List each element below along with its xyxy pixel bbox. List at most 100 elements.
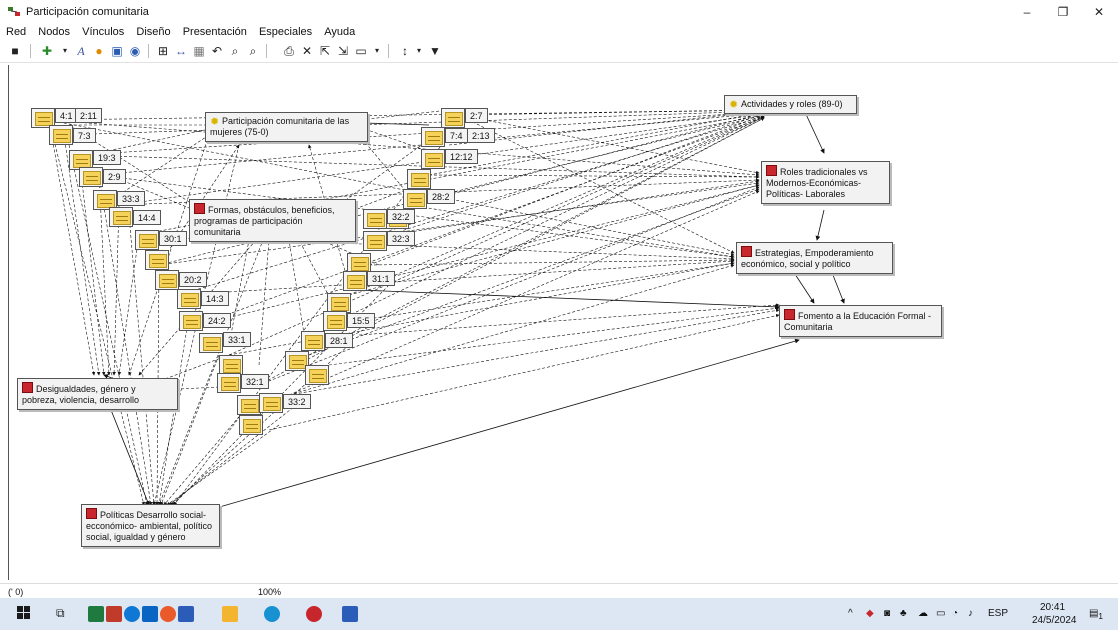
code-node-politicas[interactable]: Políticas Desarrollo social-ecconómico- … — [81, 504, 220, 547]
quotation-icon[interactable] — [109, 207, 133, 227]
quotation-icon[interactable] — [347, 253, 371, 273]
quotation-icon[interactable] — [217, 373, 241, 393]
menu-ayuda[interactable]: Ayuda — [324, 24, 355, 40]
dropdown-icon[interactable]: ▾ — [412, 44, 426, 58]
menu-presentacion[interactable]: Presentación — [183, 24, 247, 40]
chevron-up-icon[interactable]: ^ — [848, 608, 853, 619]
link-icon[interactable]: ↔ — [174, 44, 188, 58]
quotation-icon[interactable] — [323, 311, 347, 331]
import-icon[interactable]: ⇱ — [318, 44, 332, 58]
quotation-node[interactable]: 24:2 — [203, 313, 231, 328]
code-node-fomento[interactable]: Fomento a la Educación Formal - Comunita… — [779, 305, 942, 337]
quotation-node[interactable]: 2:9 — [103, 169, 126, 184]
task-view-icon[interactable]: ⧉ — [56, 606, 72, 622]
quotation-icon[interactable] — [363, 231, 387, 251]
quotation-node[interactable]: 7:4 — [445, 128, 468, 143]
quotation-node[interactable]: 15:5 — [347, 313, 375, 328]
quotation-node[interactable]: 33:2 — [283, 394, 311, 409]
undo-icon[interactable]: ↶ — [210, 44, 224, 58]
grid-icon[interactable]: ▦ — [192, 44, 206, 58]
quotation-node[interactable]: 31:1 — [367, 271, 395, 286]
quotation-icon[interactable] — [179, 311, 203, 331]
network-tray-icon[interactable]: ♣ — [900, 608, 907, 619]
quotation-icon[interactable] — [407, 169, 431, 189]
code-node-roles[interactable]: Roles tradicionales vs Modernos-Económic… — [761, 161, 890, 204]
sort-icon[interactable]: ↕ — [398, 44, 412, 58]
quotation-node[interactable]: 20:2 — [179, 272, 207, 287]
quotation-icon[interactable] — [237, 395, 261, 415]
delete-icon[interactable]: ✕ — [300, 44, 314, 58]
minimize-button[interactable]: – — [1010, 0, 1044, 24]
wifi-icon[interactable]: ◔ — [952, 608, 958, 619]
quotation-icon[interactable] — [135, 230, 159, 250]
print-icon[interactable]: ⎙ — [282, 44, 296, 58]
quotation-node[interactable]: 32:1 — [241, 374, 269, 389]
code-node-actividades[interactable]: ✹ Actividades y roles (89-0) — [724, 95, 857, 114]
quotation-icon[interactable] — [421, 149, 445, 169]
quotation-icon[interactable] — [219, 355, 243, 375]
meet-icon[interactable]: ◙ — [884, 608, 890, 619]
file-explorer-icon[interactable] — [222, 606, 238, 622]
edge-icon[interactable] — [124, 606, 140, 622]
quotation-node[interactable]: 33:3 — [117, 191, 145, 206]
dropdown-icon[interactable]: ▾ — [58, 44, 72, 58]
quotation-node[interactable]: 14:4 — [133, 210, 161, 225]
quotation-node[interactable]: 2:13 — [467, 128, 495, 143]
new-node-icon[interactable]: ✚ — [40, 44, 54, 58]
quotation-icon[interactable] — [239, 415, 263, 435]
quotation-icon[interactable] — [421, 127, 445, 147]
zoom-out-icon[interactable]: ⌕ — [228, 44, 242, 58]
quotation-node[interactable]: 2:7 — [465, 108, 488, 123]
layout-icon[interactable]: ▣ — [110, 44, 124, 58]
quotation-icon[interactable] — [403, 189, 427, 209]
clock-time[interactable]: 20:41 — [1040, 602, 1065, 613]
language-indicator[interactable]: ESP — [988, 608, 1008, 619]
quotation-node[interactable]: 30:1 — [159, 231, 187, 246]
network-canvas[interactable]: 4:1 2:11 7:3 19:3 2:9 33:3 14:4 30:1 20:… — [8, 65, 1118, 580]
export-icon[interactable]: ⇲ — [336, 44, 350, 58]
save-icon[interactable]: ■ — [8, 44, 22, 58]
powerpoint-icon[interactable] — [106, 606, 122, 622]
quotation-node[interactable]: 32:2 — [387, 209, 415, 224]
menu-diseno[interactable]: Diseño — [136, 24, 170, 40]
notification-icon[interactable]: ▤1 — [1088, 606, 1104, 622]
quotation-icon[interactable] — [327, 293, 351, 313]
code-node-participacion[interactable]: ✹ Participación comunitaria de las mujere… — [205, 112, 368, 142]
quotation-icon[interactable] — [343, 271, 367, 291]
menu-especiales[interactable]: Especiales — [259, 24, 312, 40]
display-icon[interactable]: ▭ — [354, 44, 368, 58]
volume-icon[interactable]: ♪ — [968, 608, 973, 619]
office-icon[interactable] — [160, 606, 176, 622]
quotation-node[interactable]: 28:1 — [325, 333, 353, 348]
color-icon[interactable]: ● — [92, 44, 106, 58]
code-node-desigualdades[interactable]: Desigualdades, género y pobreza, violenc… — [17, 378, 178, 410]
quotation-icon[interactable] — [363, 209, 387, 229]
word-icon[interactable] — [342, 606, 358, 622]
clock-date[interactable]: 24/5/2024 — [1032, 615, 1077, 626]
quotation-icon[interactable] — [177, 289, 201, 309]
code-node-formas[interactable]: Formas, obstáculos, beneficios, programa… — [189, 199, 356, 242]
network-icon[interactable]: ⊞ — [156, 44, 170, 58]
quotation-node[interactable]: 32:3 — [387, 231, 415, 246]
quotation-node[interactable]: 2:11 — [75, 108, 102, 123]
comment-icon[interactable]: ◉ — [128, 44, 142, 58]
quotation-icon[interactable] — [259, 393, 283, 413]
quotation-node[interactable]: 33:1 — [223, 332, 251, 347]
cloud-icon[interactable]: ☁ — [918, 608, 928, 619]
quotation-node[interactable]: 12:12 — [445, 149, 478, 164]
word-small-icon[interactable] — [178, 606, 194, 622]
quotation-node[interactable]: 19:3 — [93, 150, 121, 165]
quotation-icon[interactable] — [199, 333, 223, 353]
antivirus-icon[interactable]: ◆ — [866, 608, 874, 619]
quotation-node[interactable]: 14:3 — [201, 291, 229, 306]
menu-vinculos[interactable]: Vínculos — [82, 24, 124, 40]
dropdown-icon[interactable]: ▾ — [370, 44, 384, 58]
menu-red[interactable]: Red — [6, 24, 26, 40]
zoom-in-icon[interactable]: ⌕ — [246, 44, 260, 58]
windows-start-icon[interactable] — [17, 606, 33, 622]
atlas-ti-icon[interactable] — [306, 606, 322, 622]
quotation-icon[interactable] — [305, 365, 329, 385]
quotation-icon[interactable] — [301, 331, 325, 351]
quotation-icon[interactable] — [49, 125, 73, 145]
menu-nodos[interactable]: Nodos — [38, 24, 70, 40]
